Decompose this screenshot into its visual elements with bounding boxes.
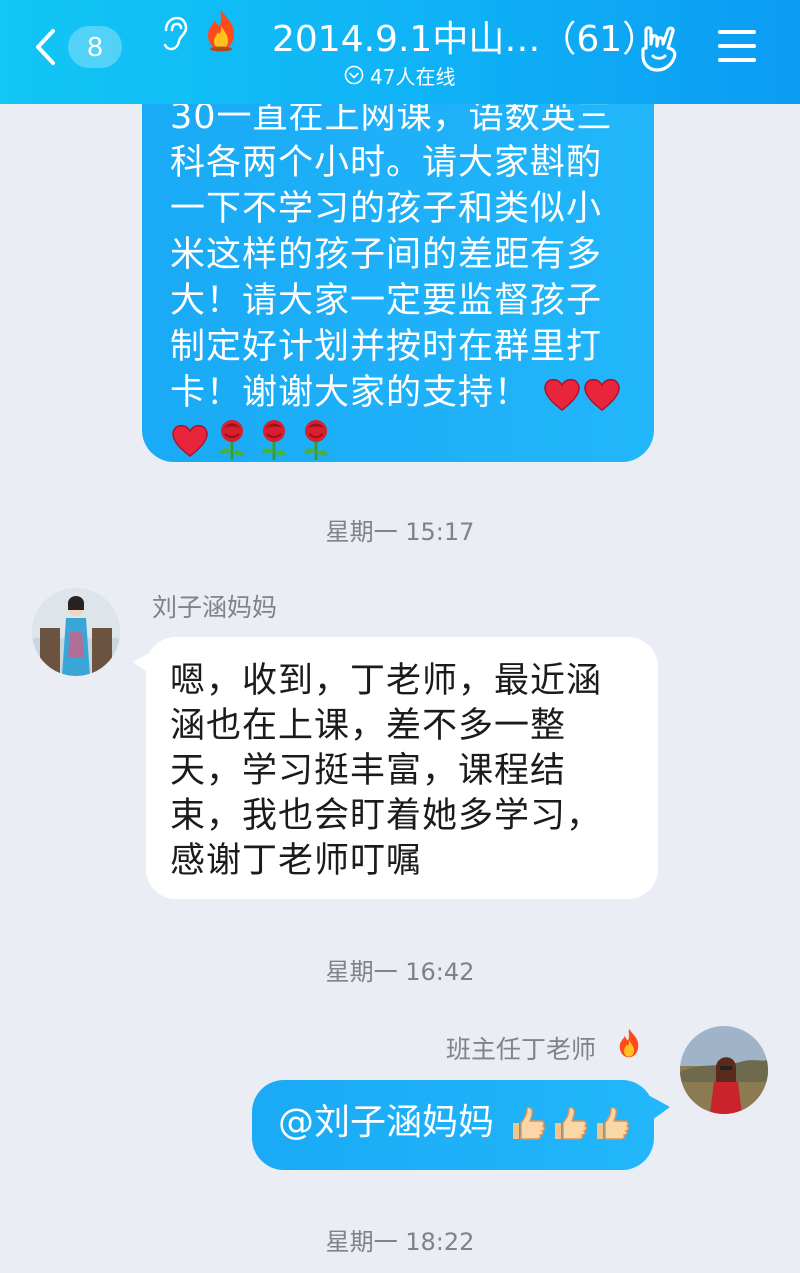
- online-count: 47人在线: [370, 64, 456, 89]
- unread-count-badge: 8: [68, 26, 122, 68]
- message-timestamp: 星期一 15:17: [325, 518, 475, 546]
- back-button[interactable]: 8: [28, 22, 128, 74]
- message-bubble-outgoing[interactable]: @刘子涵妈妈: [252, 1080, 654, 1170]
- avatar[interactable]: [680, 1026, 768, 1114]
- fire-icon: [619, 1028, 639, 1058]
- message-text: 嗯，收到，丁老师，最近涵涵也在上课，差不多一整天，学习挺丰富，课程结束，我也会盯…: [170, 661, 603, 881]
- heart-emoji-icon: [584, 378, 620, 411]
- message-text: 30一直在上网课，语数英三科各两个小时。请大家斟酌一下不学习的孩子和类似小米这样…: [170, 94, 630, 462]
- heart-emoji-icon: [544, 378, 580, 411]
- message-bubble-outgoing[interactable]: 30一直在上网课，语数英三科各两个小时。请大家斟酌一下不学习的孩子和类似小米这样…: [142, 60, 654, 462]
- rose-emoji-icon: [304, 420, 328, 460]
- mention-text[interactable]: @刘子涵妈妈: [278, 1102, 494, 1143]
- message-text-content: 30一直在上网课，语数英三科各两个小时。请大家斟酌一下不学习的孩子和类似小米这样…: [170, 97, 613, 413]
- sender-name: 班主任丁老师: [446, 1035, 597, 1064]
- menu-button[interactable]: [716, 26, 760, 70]
- online-status[interactable]: 47人在线: [344, 62, 456, 89]
- rose-emoji-icon: [262, 420, 286, 460]
- avatar-image: [680, 1026, 768, 1114]
- heart-emoji-icon: [172, 424, 208, 457]
- thumbs-up-emoji-icon: [513, 1106, 546, 1140]
- ear-icon[interactable]: [158, 16, 188, 52]
- thumbs-up-emoji-icon: [597, 1106, 630, 1140]
- chevron-left-icon: [36, 29, 55, 65]
- hand-gesture-icon[interactable]: [636, 22, 682, 74]
- chevron-down-circle-icon: [344, 65, 364, 85]
- avatar[interactable]: [32, 588, 120, 676]
- message-timestamp: 星期一 16:42: [325, 958, 475, 986]
- thumbs-up-emoji-icon: [555, 1106, 588, 1140]
- chat-header: 8 2014.9.1中山…（61） 47人在线: [0, 0, 800, 104]
- rose-emoji-icon: [220, 420, 244, 460]
- avatar-image: [32, 588, 120, 676]
- message-timestamp: 星期一 18:22: [325, 1228, 475, 1256]
- fire-icon: [208, 10, 234, 52]
- sender-name: 刘子涵妈妈: [152, 593, 278, 622]
- message-bubble-incoming[interactable]: 嗯，收到，丁老师，最近涵涵也在上课，差不多一整天，学习挺丰富，课程结束，我也会盯…: [146, 637, 658, 899]
- chat-title[interactable]: 2014.9.1中山…（61）: [272, 10, 658, 62]
- message-text: @刘子涵妈妈: [278, 1100, 631, 1146]
